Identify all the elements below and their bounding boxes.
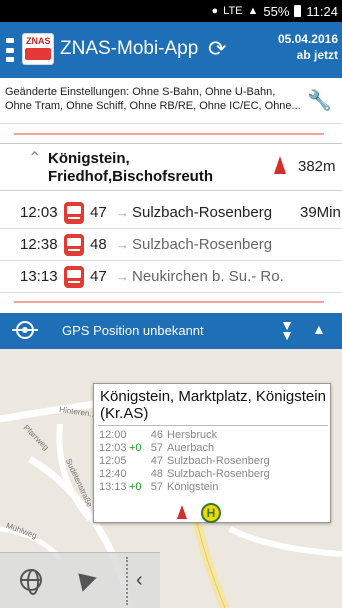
time-mode-label: ab jetzt	[296, 48, 338, 62]
departure-time: 12:03	[20, 204, 58, 221]
date-selector[interactable]: 05.04.2016 ab jetzt	[278, 31, 338, 63]
collapse-up-icon[interactable]: ▲	[312, 321, 326, 337]
location-icon: ●	[211, 5, 219, 17]
collapse-toolbar-button[interactable]: ‹	[126, 557, 154, 605]
departures-list[interactable]: ⌃ Königstein, Friedhof,Bischofsreuth 382…	[0, 125, 342, 311]
gps-status: GPS Position unbekannt	[62, 323, 204, 338]
lte-label: LTE	[223, 5, 243, 17]
stop-distance: 382m	[298, 158, 336, 175]
battery-icon	[294, 5, 302, 17]
line-number: 47	[90, 204, 107, 221]
departure-time: 13:13	[20, 268, 58, 285]
minutes-until: 39Min	[300, 204, 341, 221]
destination: Sulzbach-Rosenberg	[132, 204, 273, 221]
date-label: 05.04.2016	[277, 32, 338, 46]
wrench-icon[interactable]: 🔧	[307, 88, 332, 113]
gps-bar: GPS Position unbekannt ▼ ▼ ▲	[0, 313, 342, 349]
bus-icon	[64, 234, 84, 256]
app-logo: ZNAS	[22, 33, 54, 65]
direction-arrow-icon	[274, 156, 286, 174]
location-marker-icon	[177, 505, 187, 519]
popup-departure-row: 12:40 48 Sulzbach-Rosenberg	[99, 468, 270, 480]
stop-name: Königstein, Friedhof,Bischofsreuth	[48, 150, 214, 185]
popup-departure-row: 12:05 47 Sulzbach-Rosenberg	[99, 455, 270, 467]
battery-percent: 55%	[263, 3, 290, 19]
refresh-icon[interactable]: ⟳	[208, 36, 226, 62]
gps-target-icon[interactable]	[12, 321, 38, 339]
map-toolbar: ‹	[0, 552, 160, 608]
bus-icon	[64, 202, 84, 224]
status-bar: ● LTE ▲ 55% 11:24	[0, 0, 342, 22]
chevron-up-icon[interactable]: ⌃	[28, 148, 41, 168]
chevron-left-icon: ‹	[136, 569, 143, 591]
arrow-right-icon: →	[116, 205, 129, 220]
settings-summary[interactable]: Geänderte Einstellungen: Ohne S-Bahn, Oh…	[0, 78, 342, 124]
signal-icon: ▲	[247, 5, 259, 17]
popup-departure-row: 12:00 46 Hersbruck	[99, 429, 218, 441]
list-item-partial	[14, 301, 324, 305]
stop-header[interactable]: ⌃ Königstein, Friedhof,Bischofsreuth 382…	[0, 143, 342, 191]
settings-text: Geänderte Einstellungen: Ohne S-Bahn, Oh…	[5, 86, 301, 112]
expand-down-icon[interactable]: ▼ ▼	[280, 318, 294, 342]
bus-icon	[64, 266, 84, 288]
stop-info-popup[interactable]: Königstein, Marktplatz, Königstein (Kr.A…	[93, 383, 331, 523]
drawer-handle-icon[interactable]	[6, 38, 14, 62]
line-number: 47	[90, 268, 107, 285]
departure-row[interactable]: 12:03 47 → Sulzbach-Rosenberg 39Min	[0, 197, 342, 229]
popup-title: Königstein, Marktplatz, Königstein (Kr.A…	[100, 388, 326, 422]
destination: Sulzbach-Rosenberg	[132, 236, 273, 253]
arrow-right-icon: →	[116, 237, 129, 252]
popup-departure-row: 13:13 +0 57 Königstein	[99, 481, 219, 493]
app-title: ZNAS-Mobi-App	[60, 38, 199, 59]
departure-time: 12:38	[20, 236, 58, 253]
departure-row[interactable]: 12:38 48 → Sulzbach-Rosenberg	[0, 229, 342, 261]
divider	[98, 425, 328, 426]
navigate-icon[interactable]	[71, 566, 97, 592]
bus-stop-marker-icon[interactable]: H	[201, 503, 221, 523]
clock: 11:24	[306, 3, 338, 19]
departure-row[interactable]: 13:13 47 → Neukirchen b. Su.- Ro.	[0, 261, 342, 293]
line-number: 48	[90, 236, 107, 253]
list-item-partial	[14, 125, 324, 135]
arrow-right-icon: →	[116, 269, 129, 284]
globe-icon[interactable]	[20, 569, 42, 595]
app-header: ZNAS ZNAS-Mobi-App ⟳ 05.04.2016 ab jetzt	[0, 22, 342, 78]
logo-text: ZNAS	[26, 36, 51, 46]
destination: Neukirchen b. Su.- Ro.	[132, 268, 284, 285]
popup-departure-row: 12:03 +0 57 Auerbach	[99, 442, 215, 454]
